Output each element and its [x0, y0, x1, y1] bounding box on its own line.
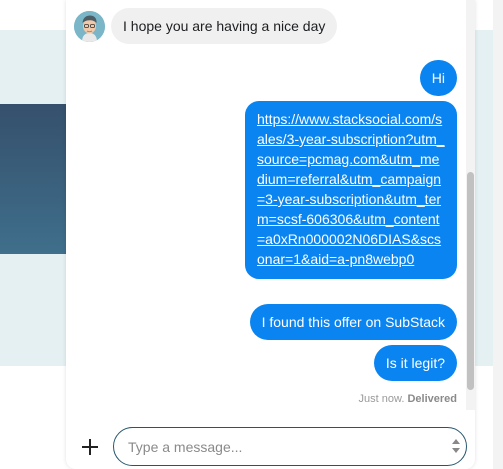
outgoing-message-row: Hi: [419, 60, 457, 96]
outgoing-link-bubble: https://www.stacksocial.com/sales/3-year…: [245, 101, 457, 279]
status-time: Just now.: [358, 393, 405, 405]
status-state: Delivered: [407, 393, 457, 405]
message-composer[interactable]: [113, 427, 467, 466]
delivery-status: Just now. Delivered: [359, 393, 457, 405]
page-scrollbar-track[interactable]: [493, 0, 503, 469]
avatar-face-icon: [74, 10, 105, 42]
incoming-message-row: I hope you are having a nice day: [74, 8, 338, 44]
add-attachment-button[interactable]: [80, 437, 100, 457]
outgoing-message-row: Is it legit?: [373, 345, 457, 381]
chat-window: I hope you are having a nice day Hi http…: [66, 0, 475, 469]
outgoing-link-row: https://www.stacksocial.com/sales/3-year…: [245, 101, 457, 279]
background-page-image: [0, 104, 66, 254]
incoming-message-bubble: I hope you are having a nice day: [111, 8, 338, 44]
plus-icon: [82, 439, 98, 455]
outgoing-message-row: I found this offer on SubStack: [249, 304, 457, 340]
message-input[interactable]: [128, 437, 428, 457]
chat-scrollbar-thumb[interactable]: [467, 172, 474, 390]
input-spinner-icon[interactable]: [450, 436, 462, 456]
outgoing-message-bubble: Hi: [419, 60, 457, 96]
chat-scrollbar[interactable]: [466, 0, 475, 410]
outgoing-message-bubble: I found this offer on SubStack: [249, 304, 457, 340]
agent-avatar: [74, 10, 105, 42]
outgoing-message-bubble: Is it legit?: [373, 345, 457, 381]
offer-link[interactable]: https://www.stacksocial.com/sales/3-year…: [257, 111, 445, 267]
